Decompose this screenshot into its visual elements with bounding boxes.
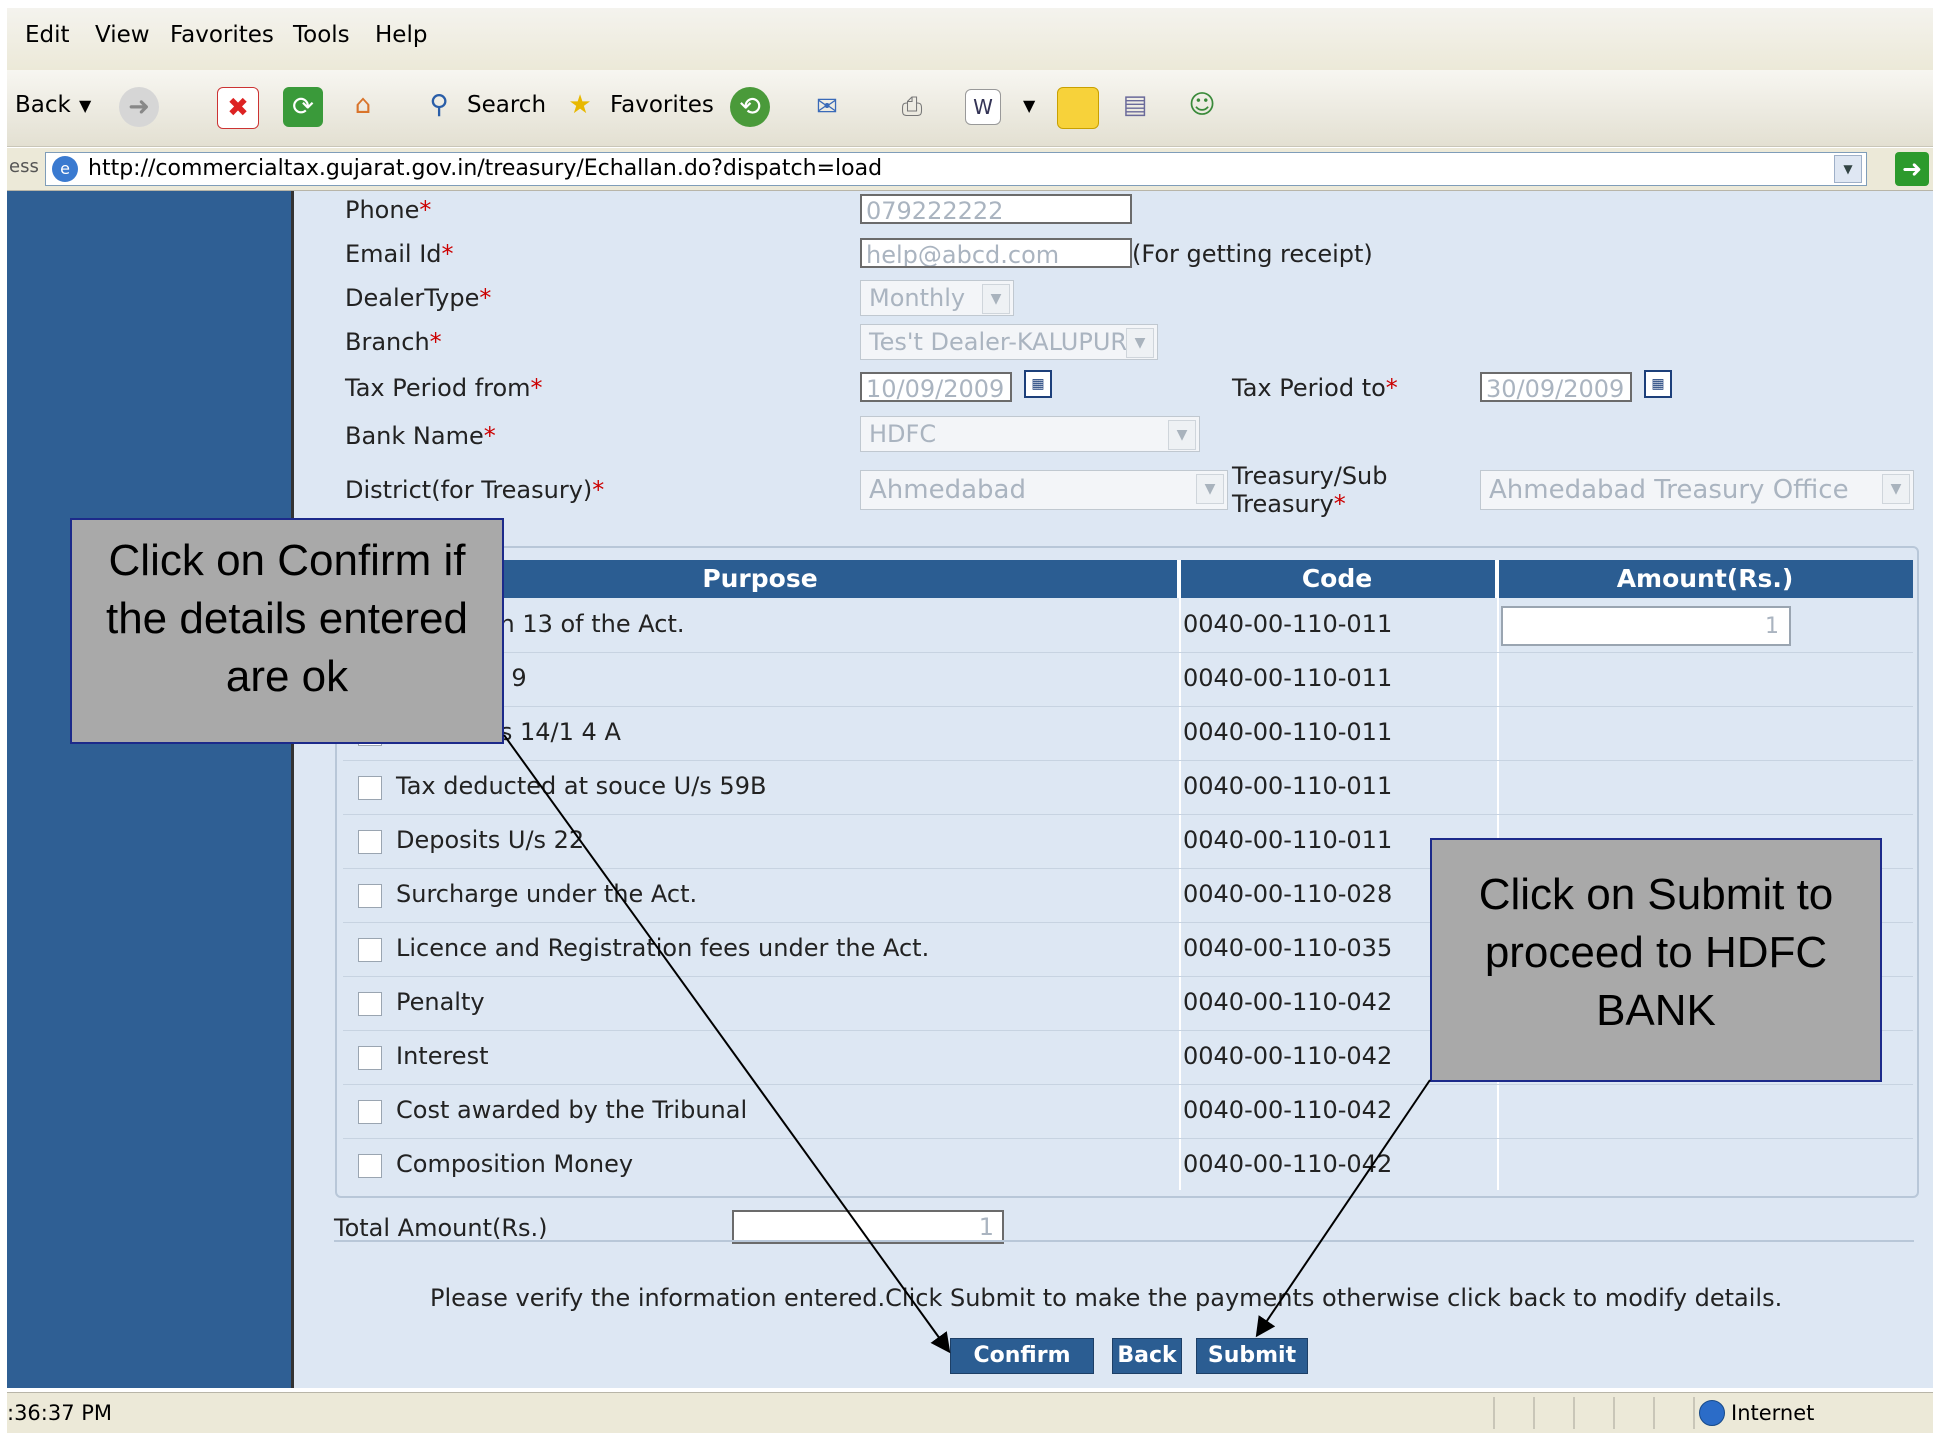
submit-arrow: [1255, 1079, 1431, 1338]
confirm-arrow: [503, 734, 951, 1354]
annotation-arrows: [503, 734, 1431, 1354]
